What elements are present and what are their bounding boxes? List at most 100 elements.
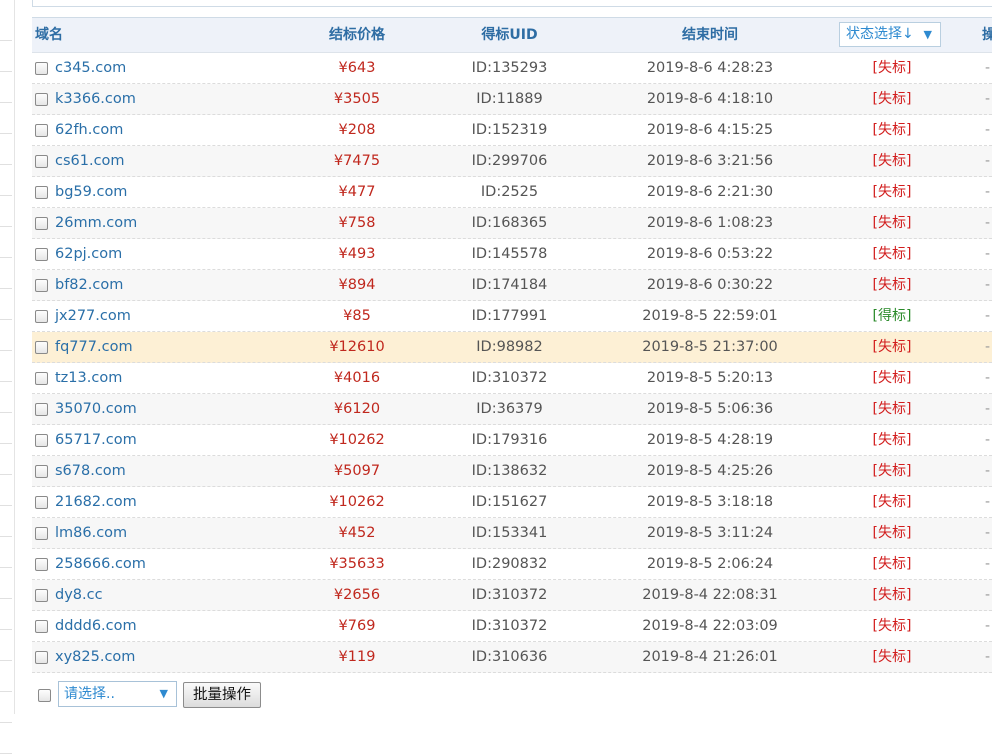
domain-link[interactable]: 26mm.com — [55, 208, 137, 238]
col-domain-header[interactable]: 域名 — [35, 18, 63, 52]
table-row: 62fh.com ¥208 ID:152319 2019-8-6 4:15:25 [失标… — [32, 115, 992, 146]
status-badge: [失标] — [872, 246, 912, 262]
status-badge: [失标] — [872, 215, 912, 231]
price-value: ¥12610 — [329, 339, 385, 355]
table-row: cs61.com ¥7475 ID:299706 2019-8-6 3:21:56 [失… — [32, 146, 992, 177]
domain-link[interactable]: lm86.com — [55, 518, 127, 548]
domain-link[interactable]: 62pj.com — [55, 239, 122, 269]
domain-link[interactable]: 21682.com — [55, 487, 137, 517]
table-row: lm86.com ¥452 ID:153341 2019-8-5 3:11:24 [失标… — [32, 518, 992, 549]
winner-uid: ID:138632 — [471, 463, 548, 479]
winner-uid: ID:98982 — [476, 339, 543, 355]
row-checkbox[interactable] — [35, 124, 48, 137]
table-row: 65717.com ¥10262 ID:179316 2019-8-5 4:28:19… — [32, 425, 992, 456]
divider — [0, 164, 12, 165]
price-value: ¥7475 — [333, 153, 381, 169]
domain-link[interactable]: fq777.com — [55, 332, 133, 362]
price-value: ¥5097 — [333, 463, 381, 479]
ops-placeholder: - — [985, 494, 991, 510]
winner-uid: ID:135293 — [471, 60, 548, 76]
ops-placeholder: - — [985, 649, 991, 665]
row-checkbox[interactable] — [35, 341, 48, 354]
row-checkbox[interactable] — [35, 186, 48, 199]
bulk-operate-button[interactable]: 批量操作 — [183, 682, 261, 708]
left-panel-edge — [0, 0, 15, 754]
table-row: dddd6.com ¥769 ID:310372 2019-8-4 22:03:09 [… — [32, 611, 992, 642]
winner-uid: ID:310372 — [471, 370, 548, 386]
row-checkbox[interactable] — [35, 434, 48, 447]
domain-link[interactable]: 65717.com — [55, 425, 137, 455]
divider — [0, 319, 12, 320]
domain-link[interactable]: c345.com — [55, 53, 126, 83]
winner-uid: ID:299706 — [471, 153, 548, 169]
col-uid-header[interactable]: 得标UID — [442, 18, 577, 52]
domain-link[interactable]: dddd6.com — [55, 611, 137, 641]
table-row: fq777.com ¥12610 ID:98982 2019-8-5 21:37:00… — [32, 332, 992, 363]
status-badge: [失标] — [872, 525, 912, 541]
row-checkbox[interactable] — [35, 217, 48, 230]
domain-link[interactable]: 258666.com — [55, 549, 146, 579]
domain-link[interactable]: tz13.com — [55, 363, 122, 393]
end-time: 2019-8-5 3:11:24 — [646, 525, 774, 541]
ops-placeholder: - — [985, 215, 991, 231]
winner-uid: ID:152319 — [471, 122, 548, 138]
status-badge: [失标] — [872, 277, 912, 293]
bulk-action-select[interactable]: 请选择.. ▼ — [58, 681, 177, 707]
status-filter-select[interactable]: 状态选择↓ ▼ — [839, 22, 941, 47]
winner-uid: ID:11889 — [476, 91, 543, 107]
end-time: 2019-8-6 2:21:30 — [646, 184, 774, 200]
table-row: 258666.com ¥35633 ID:290832 2019-8-5 2:06:2… — [32, 549, 992, 580]
row-checkbox[interactable] — [35, 465, 48, 478]
ops-placeholder: - — [985, 122, 991, 138]
end-time: 2019-8-6 4:28:23 — [646, 60, 774, 76]
domain-link[interactable]: bf82.com — [55, 270, 123, 300]
ops-placeholder: - — [985, 370, 991, 386]
top-panel-edge — [32, 0, 992, 7]
winner-uid: ID:310372 — [471, 618, 548, 634]
status-badge: [失标] — [872, 432, 912, 448]
price-value: ¥208 — [338, 122, 376, 138]
row-checkbox[interactable] — [35, 589, 48, 602]
status-badge: [失标] — [872, 618, 912, 634]
row-checkbox[interactable] — [35, 527, 48, 540]
ops-placeholder: - — [985, 587, 991, 603]
domain-link[interactable]: k3366.com — [55, 84, 136, 114]
domain-link[interactable]: 62fh.com — [55, 115, 123, 145]
ops-placeholder: - — [985, 277, 991, 293]
price-value: ¥119 — [338, 649, 376, 665]
col-price-header[interactable]: 结标价格 — [312, 18, 402, 52]
ops-placeholder: - — [985, 184, 991, 200]
divider — [0, 474, 12, 475]
col-ops-header: 操 — [982, 27, 992, 43]
row-checkbox[interactable] — [35, 372, 48, 385]
price-value: ¥10262 — [329, 494, 385, 510]
domain-link[interactable]: xy825.com — [55, 642, 135, 672]
row-checkbox[interactable] — [35, 651, 48, 664]
row-checkbox[interactable] — [35, 558, 48, 571]
select-all-checkbox[interactable] — [38, 689, 51, 702]
domain-link[interactable]: cs61.com — [55, 146, 125, 176]
ops-placeholder: - — [985, 432, 991, 448]
domain-link[interactable]: jx277.com — [55, 301, 131, 331]
ops-placeholder: - — [985, 463, 991, 479]
divider — [0, 195, 12, 196]
domain-link[interactable]: s678.com — [55, 456, 126, 486]
row-checkbox[interactable] — [35, 248, 48, 261]
row-checkbox[interactable] — [35, 62, 48, 75]
end-time: 2019-8-5 21:37:00 — [642, 339, 778, 355]
winner-uid: ID:310372 — [471, 587, 548, 603]
col-endtime-header[interactable]: 结束时间 — [610, 18, 810, 52]
row-checkbox[interactable] — [35, 279, 48, 292]
status-badge: [失标] — [872, 587, 912, 603]
row-checkbox[interactable] — [35, 93, 48, 106]
row-checkbox[interactable] — [35, 620, 48, 633]
row-checkbox[interactable] — [35, 496, 48, 509]
row-checkbox[interactable] — [35, 310, 48, 323]
winner-uid: ID:174184 — [471, 277, 548, 293]
domain-link[interactable]: 35070.com — [55, 394, 137, 424]
row-checkbox[interactable] — [35, 155, 48, 168]
row-checkbox[interactable] — [35, 403, 48, 416]
domain-link[interactable]: dy8.cc — [55, 580, 103, 610]
status-badge: [失标] — [872, 91, 912, 107]
domain-link[interactable]: bg59.com — [55, 177, 127, 207]
